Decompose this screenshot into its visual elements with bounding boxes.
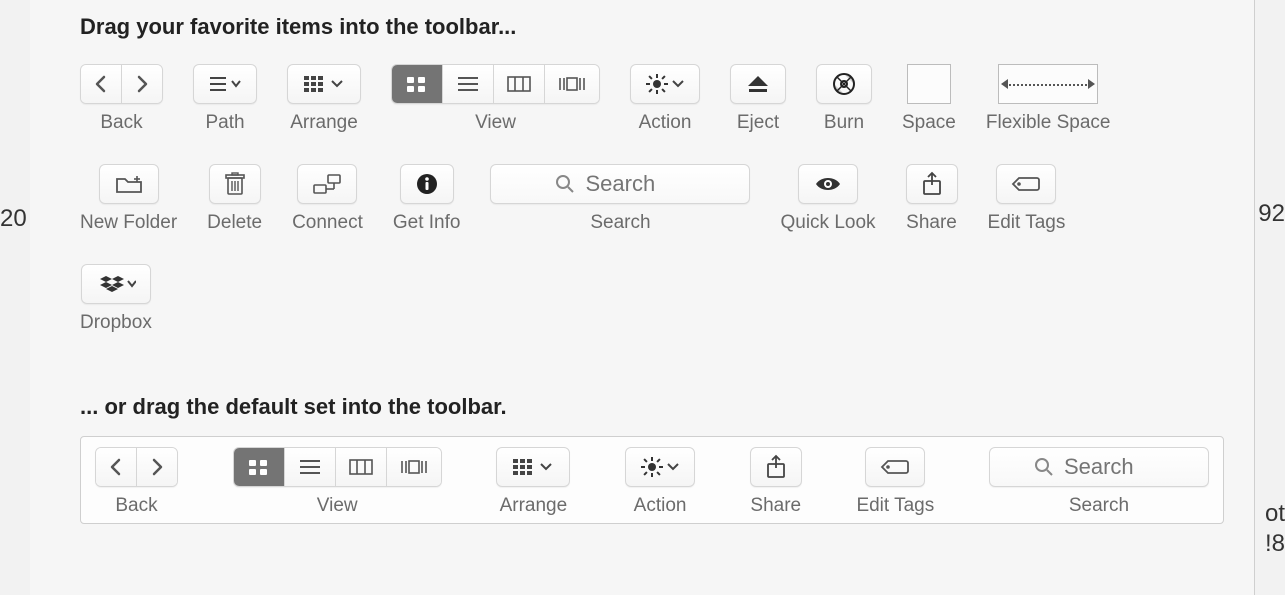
search-field[interactable] [490, 164, 750, 204]
view-icon-button[interactable] [234, 448, 284, 486]
palette-label: Action [639, 112, 692, 134]
background-text: 92 [1258, 200, 1285, 228]
space-slot[interactable] [907, 64, 951, 104]
heading-drag-favorites: Drag your favorite items into the toolba… [80, 14, 1224, 40]
search-icon [1034, 457, 1054, 477]
palette-item-back[interactable]: Back [80, 64, 163, 134]
palette-label: Arrange [290, 112, 358, 134]
back-button[interactable] [81, 65, 121, 103]
forward-button[interactable] [136, 448, 177, 486]
delete-button[interactable] [209, 164, 261, 204]
palette-label: Path [205, 112, 244, 134]
palette-item-search[interactable]: Search [490, 164, 750, 234]
palette-label: Delete [207, 212, 262, 234]
action-button[interactable] [625, 447, 695, 487]
default-label: Search [1069, 495, 1129, 517]
palette-label: Edit Tags [988, 212, 1066, 234]
share-button[interactable] [906, 164, 958, 204]
burn-button[interactable] [816, 64, 872, 104]
eject-button[interactable] [730, 64, 786, 104]
palette-label: View [475, 112, 516, 134]
default-label: Edit Tags [856, 495, 934, 517]
palette-item-eject[interactable]: Eject [730, 64, 786, 134]
palette-label: Search [590, 212, 650, 234]
palette-label: Share [906, 212, 957, 234]
default-label: Arrange [500, 495, 568, 517]
background-text: 20 [0, 205, 27, 233]
arrange-button[interactable] [287, 64, 361, 104]
action-button[interactable] [630, 64, 700, 104]
heading-drag-default: ... or drag the default set into the too… [80, 394, 1224, 420]
default-item-back[interactable]: Back [95, 447, 178, 517]
default-label: Share [750, 495, 801, 517]
palette-label: Flexible Space [986, 112, 1111, 134]
search-field[interactable] [989, 447, 1209, 487]
palette-label: Eject [737, 112, 779, 134]
search-icon [555, 174, 575, 194]
view-column-button[interactable] [335, 448, 386, 486]
default-item-search[interactable]: Search [989, 447, 1209, 517]
default-item-edit-tags[interactable]: Edit Tags [856, 447, 934, 517]
palette-label: New Folder [80, 212, 177, 234]
arrow-right-icon [1088, 79, 1095, 89]
palette-item-connect[interactable]: Connect [292, 164, 363, 234]
default-item-share[interactable]: Share [750, 447, 802, 517]
palette-item-path[interactable]: Path [193, 64, 257, 134]
background-text: ot [1265, 500, 1285, 528]
palette-label: Quick Look [780, 212, 875, 234]
default-label: View [317, 495, 358, 517]
arrow-left-icon [1001, 79, 1008, 89]
share-button[interactable] [750, 447, 802, 487]
search-input[interactable] [585, 171, 685, 197]
palette-item-new-folder[interactable]: New Folder [80, 164, 177, 234]
edit-tags-button[interactable] [996, 164, 1056, 204]
path-button[interactable] [193, 64, 257, 104]
palette-item-space[interactable]: Space [902, 64, 956, 134]
default-item-view[interactable]: View [233, 447, 442, 517]
edit-tags-button[interactable] [865, 447, 925, 487]
palette-label: Dropbox [80, 312, 152, 334]
default-item-arrange[interactable]: Arrange [496, 447, 570, 517]
palette-item-dropbox[interactable]: Dropbox [80, 264, 152, 334]
palette-item-share[interactable]: Share [906, 164, 958, 234]
back-button[interactable] [96, 448, 136, 486]
view-column-button[interactable] [493, 65, 544, 103]
palette-item-action[interactable]: Action [630, 64, 700, 134]
arrange-button[interactable] [496, 447, 570, 487]
search-input[interactable] [1064, 454, 1164, 480]
background-text: !8 [1265, 530, 1285, 558]
view-list-button[interactable] [284, 448, 335, 486]
get-info-button[interactable] [400, 164, 454, 204]
palette-item-burn[interactable]: Burn [816, 64, 872, 134]
connect-button[interactable] [297, 164, 357, 204]
view-coverflow-button[interactable] [544, 65, 599, 103]
view-list-button[interactable] [442, 65, 493, 103]
new-folder-button[interactable] [99, 164, 159, 204]
view-coverflow-button[interactable] [386, 448, 441, 486]
palette-item-quick-look[interactable]: Quick Look [780, 164, 875, 234]
palette-item-get-info[interactable]: Get Info [393, 164, 461, 234]
palette-label: Connect [292, 212, 363, 234]
palette-item-arrange[interactable]: Arrange [287, 64, 361, 134]
default-item-action[interactable]: Action [625, 447, 695, 517]
dropbox-button[interactable] [81, 264, 151, 304]
view-icon-button[interactable] [392, 65, 442, 103]
customize-toolbar-sheet: Drag your favorite items into the toolba… [30, 0, 1255, 595]
default-label: Back [115, 495, 157, 517]
palette-item-flexible-space[interactable]: Flexible Space [986, 64, 1111, 134]
palette-label: Back [100, 112, 142, 134]
forward-button[interactable] [121, 65, 162, 103]
flexible-space-slot[interactable] [998, 64, 1098, 104]
quick-look-button[interactable] [798, 164, 858, 204]
palette-item-edit-tags[interactable]: Edit Tags [988, 164, 1066, 234]
default-set[interactable]: Back View Arr [80, 436, 1224, 524]
palette-label: Space [902, 112, 956, 134]
default-label: Action [634, 495, 687, 517]
palette-item-delete[interactable]: Delete [207, 164, 262, 234]
palette-item-view[interactable]: View [391, 64, 600, 134]
palette-label: Get Info [393, 212, 461, 234]
palette-label: Burn [824, 112, 864, 134]
